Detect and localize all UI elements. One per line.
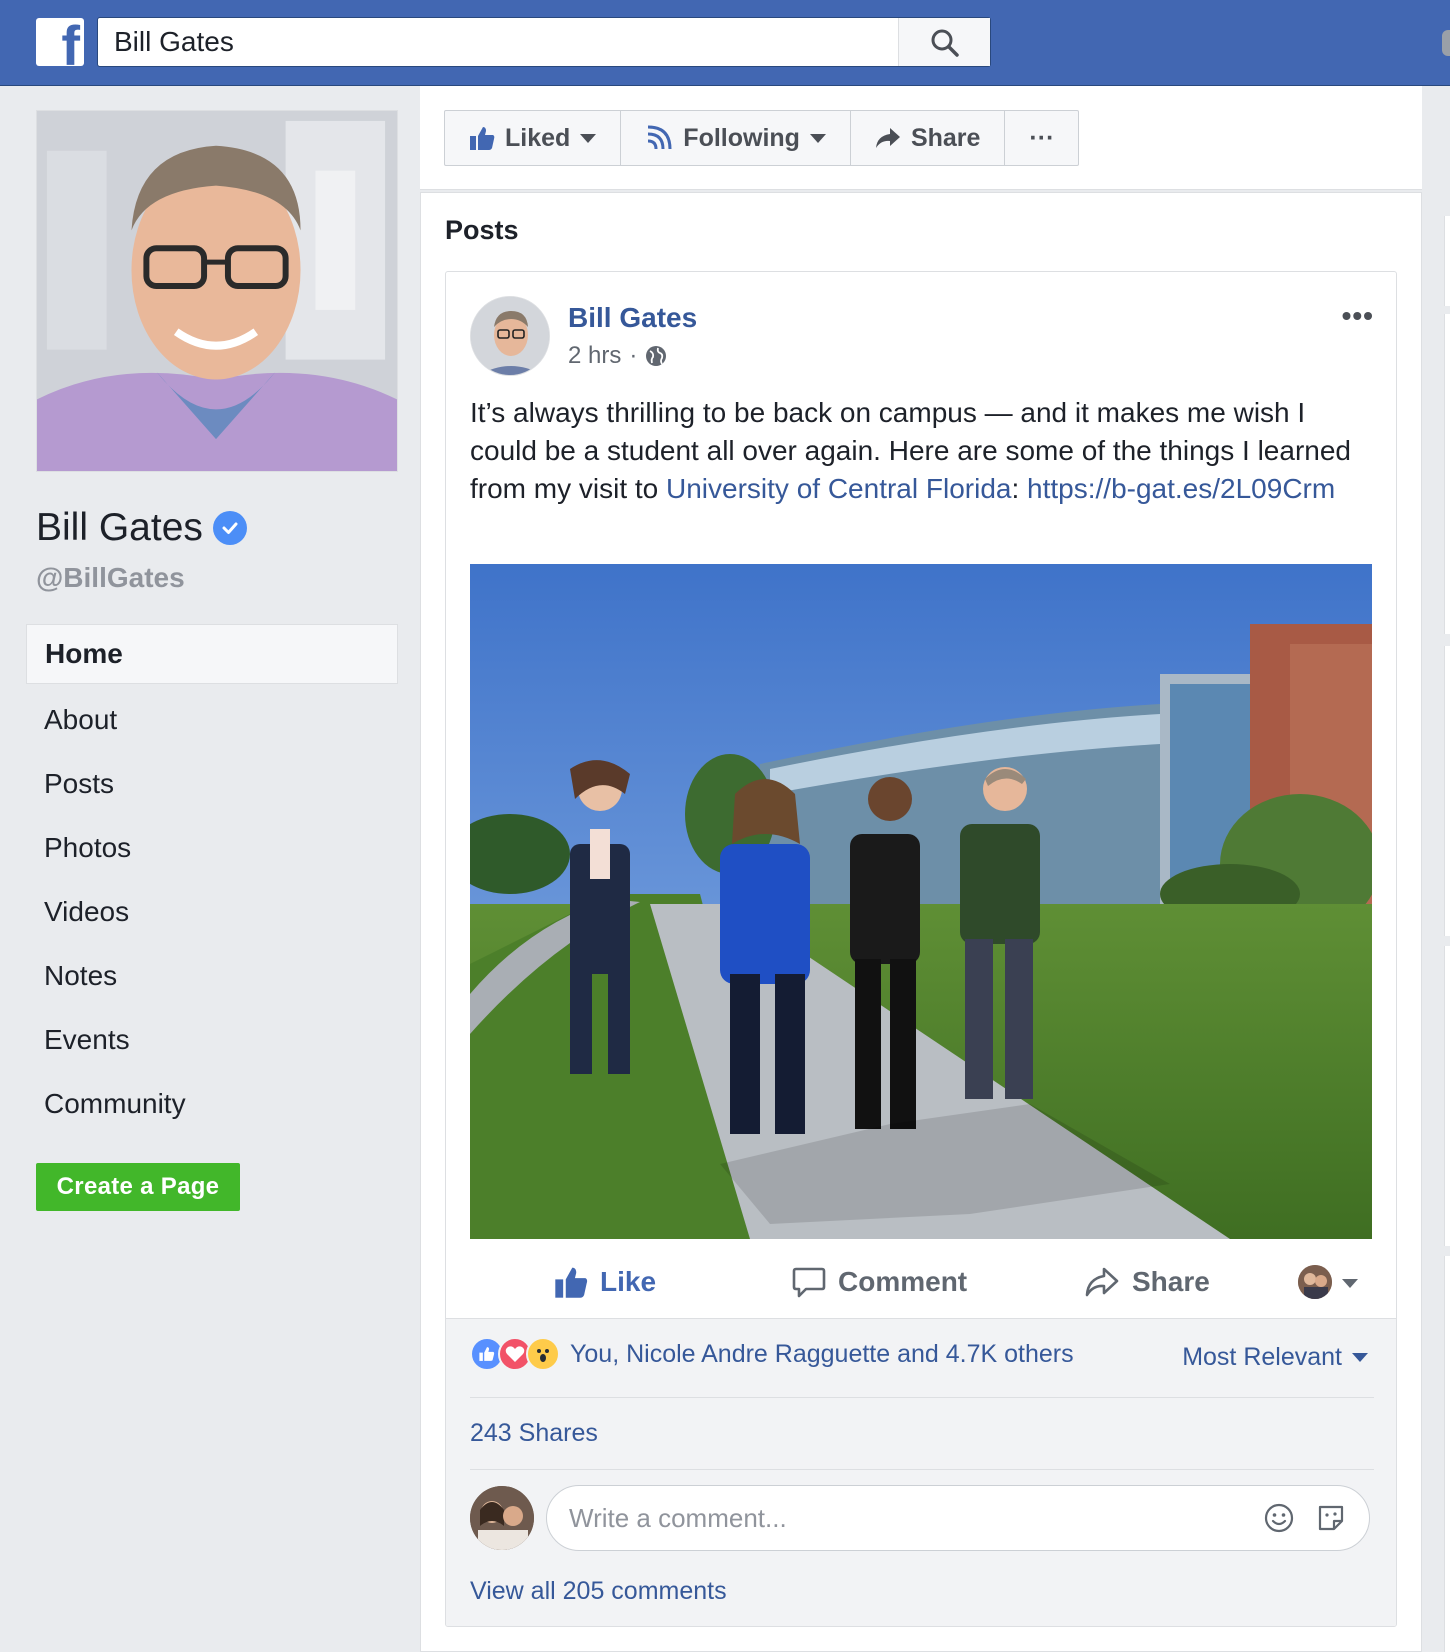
globe-icon <box>646 346 667 366</box>
post-text-colon: : <box>1011 473 1028 504</box>
right-card-edge <box>1444 314 1450 634</box>
page-handle[interactable]: @BillGates <box>36 562 185 594</box>
post-body-text: It’s always thrilling to be back on camp… <box>470 394 1370 508</box>
post-author-name[interactable]: Bill Gates <box>568 302 697 334</box>
commenter-avatar[interactable] <box>470 1486 534 1550</box>
comment-button[interactable]: Comment <box>792 1265 967 1299</box>
like-label: Like <box>600 1266 657 1297</box>
nav-item-community[interactable]: Community <box>26 1072 398 1136</box>
nav-item-videos[interactable]: Videos <box>26 880 398 944</box>
page-action-area: Liked Following Share ··· <box>420 86 1422 190</box>
comment-bubble-icon <box>792 1267 826 1298</box>
nav-item-posts[interactable]: Posts <box>26 752 398 816</box>
search-input[interactable] <box>98 18 898 66</box>
emoji-icon[interactable] <box>1263 1502 1295 1534</box>
page-name: Bill Gates <box>36 506 247 550</box>
comment-label: Comment <box>838 1266 968 1297</box>
post-photo[interactable] <box>470 564 1372 1239</box>
thumbs-up-icon <box>555 1267 588 1298</box>
author-avatar-image <box>471 297 549 375</box>
following-button[interactable]: Following <box>621 111 851 165</box>
post-meta: 2 hrs · <box>568 342 667 370</box>
nav-item-photos[interactable]: Photos <box>26 816 398 880</box>
verified-badge-icon <box>212 511 247 545</box>
facebook-logo[interactable]: f <box>36 18 84 66</box>
share-arrow-icon <box>1085 1267 1119 1297</box>
chevron-down-icon <box>809 133 826 143</box>
sort-label: Most Relevant <box>1182 1343 1342 1371</box>
nav-item-notes[interactable]: Notes <box>26 944 398 1008</box>
post-author-avatar[interactable] <box>470 296 550 376</box>
chevron-down-icon <box>580 133 597 143</box>
sticker-icon[interactable] <box>1315 1502 1347 1534</box>
post-options-icon[interactable]: ••• <box>1342 300 1374 332</box>
thumbs-up-icon <box>470 127 495 150</box>
right-card-edge <box>1444 1256 1450 1652</box>
account-avatar[interactable] <box>1442 30 1450 56</box>
view-all-comments-link[interactable]: View all 205 comments <box>470 1577 727 1606</box>
meta-separator: · <box>629 342 638 369</box>
post-card: Bill Gates 2 hrs · ••• It’s always thril… <box>445 271 1397 1627</box>
posts-heading: Posts <box>445 215 519 245</box>
right-card-edge <box>1444 646 1450 936</box>
liked-button[interactable]: Liked <box>445 111 622 165</box>
post-timestamp[interactable]: 2 hrs <box>568 342 621 370</box>
facebook-logo-letter: f <box>61 18 80 66</box>
divider <box>470 1469 1374 1470</box>
search-bar <box>97 17 991 67</box>
nav-item-home[interactable]: Home <box>26 624 398 684</box>
post-footer: You, Nicole Andre Ragguette and 4.7K oth… <box>446 1318 1396 1626</box>
share-post-button[interactable]: Share <box>1084 1266 1210 1298</box>
post-url-link[interactable]: https://b-gat.es/2L09Crm <box>1027 473 1335 504</box>
posts-panel: Posts Bill Gates 2 hrs · ••• It’s always… <box>420 192 1422 1652</box>
comment-sort-dropdown[interactable]: Most Relevant <box>1182 1343 1368 1372</box>
like-button[interactable]: Like <box>554 1265 656 1299</box>
campus-walk-photo <box>470 564 1372 1239</box>
chevron-down-icon <box>1352 1353 1368 1362</box>
more-options-button[interactable]: ··· <box>1005 111 1078 165</box>
liked-label: Liked <box>505 123 571 152</box>
profile-picture[interactable] <box>36 110 398 472</box>
nav-item-about[interactable]: About <box>26 688 398 752</box>
reactions-text: You, Nicole Andre Ragguette and 4.7K oth… <box>570 1339 1074 1368</box>
create-page-button[interactable]: Create a Page <box>36 1163 240 1211</box>
profile-photo-image <box>37 111 397 471</box>
reactions-summary[interactable]: You, Nicole Andre Ragguette and 4.7K oth… <box>470 1337 1074 1371</box>
chevron-down-icon[interactable] <box>1342 1279 1358 1288</box>
shares-count[interactable]: 243 Shares <box>470 1419 598 1448</box>
right-column-edge <box>1444 216 1450 1652</box>
right-card-edge <box>1444 946 1450 1246</box>
nav-item-events[interactable]: Events <box>26 1008 398 1072</box>
top-navigation-bar: f <box>0 0 1450 86</box>
comment-box <box>546 1485 1370 1551</box>
share-page-label: Share <box>910 123 981 152</box>
page-name-text[interactable]: Bill Gates <box>36 506 203 550</box>
share-post-label: Share <box>1132 1266 1210 1297</box>
page-navigation: Home About Posts Photos Videos Notes Eve… <box>26 624 398 1136</box>
ucf-link[interactable]: University of Central Florida <box>666 473 1011 504</box>
page-action-bar: Liked Following Share ··· <box>444 110 1080 166</box>
rss-follow-icon <box>648 125 672 150</box>
post-action-bar: Like Comment Share <box>446 1247 1396 1317</box>
following-label: Following <box>683 123 800 152</box>
more-options-icon: ··· <box>1029 123 1055 152</box>
share-page-button[interactable]: Share <box>851 111 1006 165</box>
search-button[interactable] <box>898 18 990 66</box>
post-as-avatar[interactable] <box>1298 1265 1332 1299</box>
comment-input[interactable] <box>547 1486 1187 1550</box>
divider <box>470 1397 1374 1398</box>
right-card-edge <box>1444 216 1450 306</box>
left-sidebar: Bill Gates @BillGates Home About Posts P… <box>0 86 420 1652</box>
wow-reaction-icon <box>526 1337 560 1371</box>
search-icon <box>931 29 959 57</box>
share-arrow-icon <box>875 128 900 148</box>
